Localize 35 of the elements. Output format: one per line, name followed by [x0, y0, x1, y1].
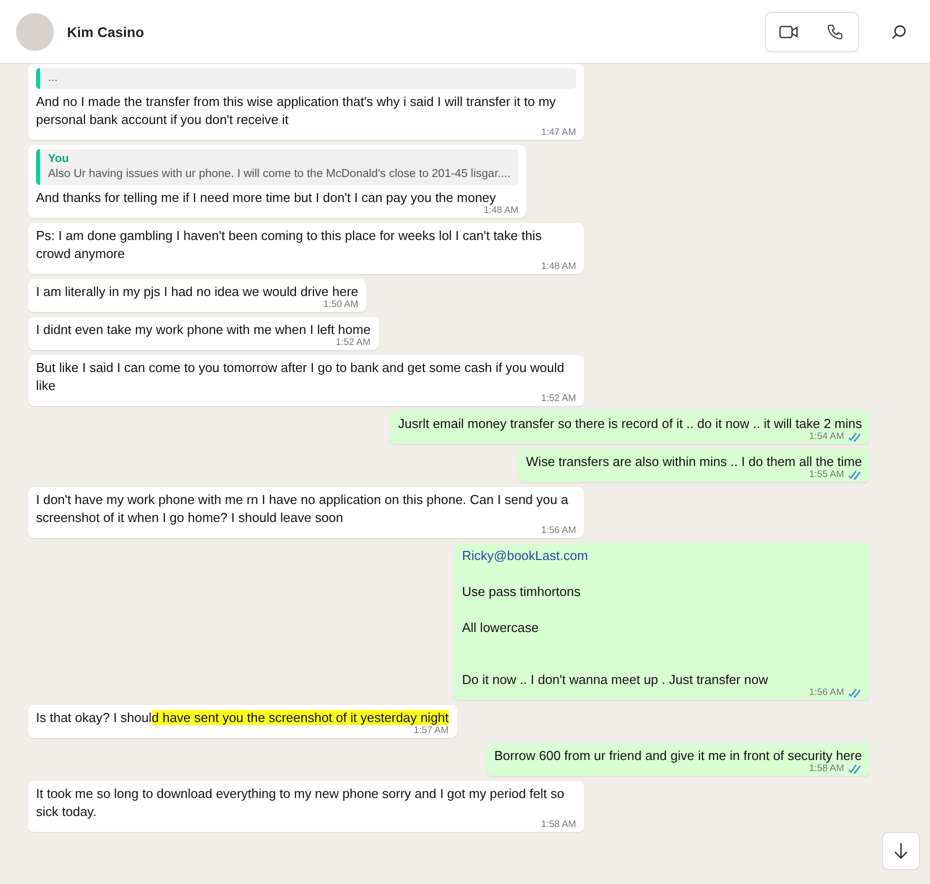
message-text: I am literally in my pjs I had no idea we would drive here: [36, 284, 358, 299]
message-time: 1:56 AM: [541, 525, 576, 536]
message-text: Is that okay? I should have sent you the screenshot of it yesterday night: [36, 710, 449, 725]
message-text: Wise transfers are also within mins .. I do them all the time: [526, 454, 862, 469]
arrow-down-icon: [893, 842, 909, 860]
message-time: 1:48 AM: [541, 261, 576, 272]
message-time: 1:47 AM: [541, 127, 576, 138]
message-text: And thanks for telling me if I need more time but I don't I can pay you the money: [36, 190, 496, 205]
contact-name[interactable]: Kim Casino: [67, 24, 752, 40]
message-time: 1:55 AM: [809, 469, 844, 480]
quote-author: You: [48, 152, 70, 167]
message-text: Use pass timhortons: [462, 583, 582, 601]
message-time: 1:56 AM: [809, 687, 844, 698]
message-text: Ps: I am done gambling I haven't been coming to this place for weeks lol I can't take this crowd anymore: [36, 228, 542, 261]
message-text: Borrow 600 from ur friend and give it me in front of security here: [494, 748, 862, 763]
message-text: But like I said I can come to you tomorrow after I go to bank and get some cash if you would like: [36, 360, 564, 393]
message-time: 1:50 AM: [323, 299, 358, 310]
message-text: I don't have my work phone with me rn I have no application on this phone. Can I send you a screenshot of it when I go home? I should leave soon: [36, 492, 568, 525]
message-text: And no I made the transfer from this wise application that's why i said I will transfer it to my personal bank account if you don't receive it: [36, 94, 556, 127]
message-text: Do it now .. I don't wanna meet up . Just transfer now: [462, 671, 769, 689]
message-time: 1:58 AM: [541, 819, 576, 830]
message-text: I didnt even take my work phone with me when I left home: [36, 322, 371, 337]
scroll-down-button[interactable]: [882, 832, 920, 870]
message-time: 1:58 AM: [809, 763, 844, 774]
message-time: 1:52 AM: [336, 337, 371, 348]
message-time: 1:52 AM: [541, 393, 576, 404]
email-link[interactable]: Ricky@bookLast.com: [462, 547, 862, 565]
message-text: All lowercase: [462, 619, 540, 637]
quote-text: Also Ur having issues with ur phone. I will come to the McDonald's close to 201-45 lisgar....: [48, 167, 510, 182]
quote-text: ...: [48, 71, 59, 86]
message-text: It took me so long to download everything to my new phone sorry and I got my period felt so sick today.: [36, 786, 564, 819]
message-text: Jusrlt email money transfer so there is record of it .. do it now .. it will take 2 mins: [398, 416, 862, 431]
message-time: 1:54 AM: [809, 431, 844, 442]
message-time: 1:48 AM: [484, 205, 518, 216]
message-time: 1:57 AM: [414, 725, 449, 736]
